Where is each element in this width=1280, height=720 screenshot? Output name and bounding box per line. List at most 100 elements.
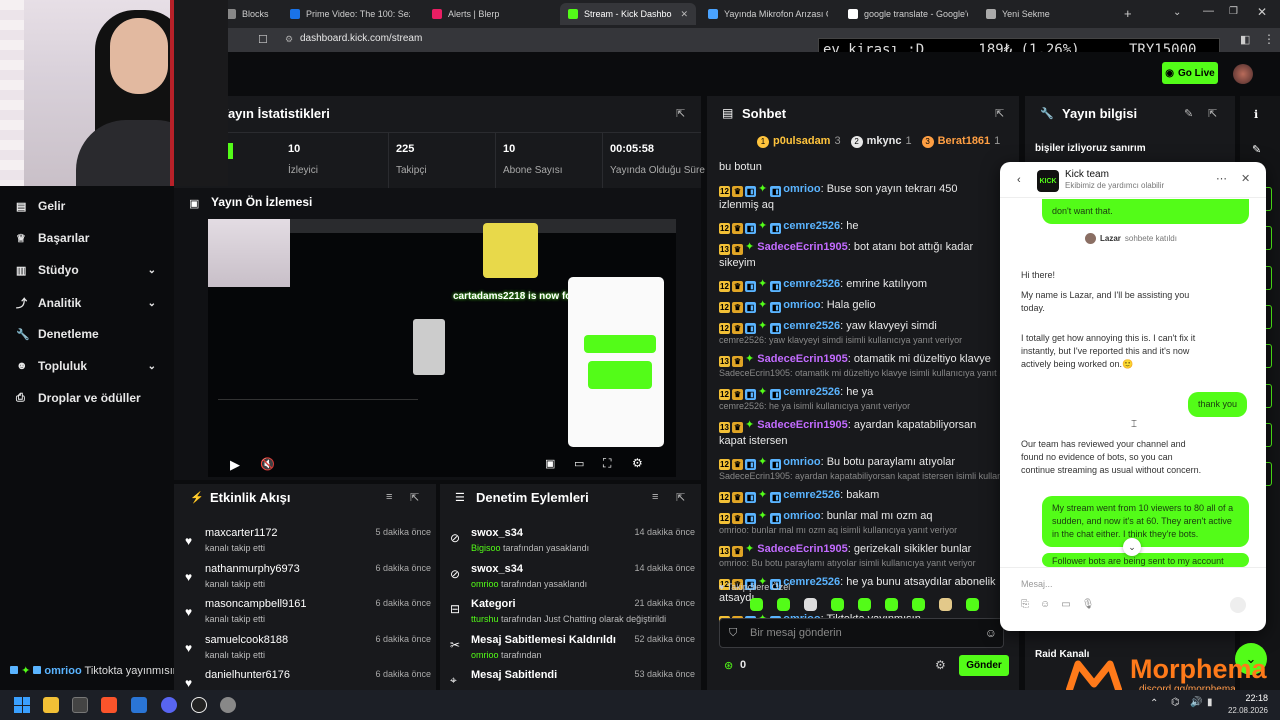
sidebar-item-6[interactable]: ⎙ Droplar ve ödüller [16, 391, 156, 405]
go-live-button[interactable]: ◉ Go Live [1162, 62, 1218, 84]
minimize-icon[interactable]: — [1203, 5, 1214, 17]
back-icon[interactable]: ‹ [1017, 174, 1021, 186]
wifi-icon[interactable]: ⌬ [1171, 697, 1180, 708]
sidebar-item-3[interactable]: ⤴ Analitik ⌄ [16, 295, 156, 311]
tab-4[interactable]: Yayında Mikrofon Arızası Çözü [700, 3, 836, 25]
edit-icon[interactable]: ✎ [1184, 107, 1193, 120]
chat-input[interactable]: ⛉ Bir mesaj gönderin ☺ [719, 618, 1004, 648]
chat-username[interactable]: cemre2526 [783, 278, 840, 290]
sidebar-toggle-icon[interactable]: ◧ [1240, 33, 1250, 46]
event-user[interactable]: maxcarter1172 [205, 527, 278, 539]
popout-icon[interactable]: ⇱ [676, 107, 685, 120]
mute-icon[interactable]: 🔇 [260, 457, 275, 471]
restore-icon[interactable]: ❐ [1229, 6, 1238, 17]
moderation-actor[interactable]: omrioo [471, 650, 499, 660]
mail-icon[interactable] [131, 697, 147, 713]
chat-username[interactable]: cemre2526 [783, 386, 840, 398]
emoji-icon[interactable]: ☺ [1040, 599, 1050, 610]
clock-date[interactable]: 22.08.2026 [1224, 706, 1268, 715]
send-button[interactable]: Gönder [959, 655, 1009, 676]
attach-icon[interactable]: ⎘ [1021, 599, 1029, 610]
rail-slot[interactable] [1266, 187, 1272, 211]
pencil-icon[interactable]: ✎ [1252, 143, 1261, 156]
scroll-down-icon[interactable]: ⌄ [1123, 538, 1141, 556]
obs-icon[interactable] [191, 697, 207, 713]
bookmark-icon[interactable]: ☐ [258, 33, 268, 46]
gif-icon[interactable]: ▭ [1061, 599, 1070, 610]
chat-username[interactable]: omrioo [783, 299, 820, 311]
emote-icon[interactable] [885, 598, 898, 611]
moderation-target[interactable]: swox_s34 [471, 563, 523, 575]
file-explorer-icon[interactable] [43, 697, 59, 713]
emote-icon[interactable] [939, 598, 952, 611]
tab-2[interactable]: Alerts | Blerp [424, 3, 554, 25]
emote-icon[interactable] [750, 598, 763, 611]
event-user[interactable]: nathanmurphy6973 [205, 563, 300, 575]
moderation-actor[interactable]: Bigisoo [471, 543, 501, 553]
chat-username[interactable]: omrioo [783, 510, 820, 522]
sidebar-item-0[interactable]: ▤ Gelir [16, 199, 156, 213]
chat-username[interactable]: omrioo [783, 456, 820, 468]
filter-icon[interactable]: ≡ [386, 491, 392, 503]
brave-icon[interactable] [101, 697, 117, 713]
menu-icon[interactable]: ⋮ [1263, 32, 1275, 46]
tab-5[interactable]: google translate - Google'da A [840, 3, 976, 25]
chat-username[interactable]: cemre2526 [783, 489, 840, 501]
theatre-icon[interactable]: ▭ [574, 457, 584, 470]
url-field[interactable]: dashboard.kick.com/stream [300, 33, 422, 44]
points-icon[interactable]: ⊛ [724, 659, 733, 672]
close-icon[interactable]: ✕ [1241, 172, 1250, 185]
emote-icon[interactable] [804, 598, 817, 611]
clock-time[interactable]: 22:18 [1238, 693, 1268, 703]
chat-settings-icon[interactable]: ⚙ [935, 658, 946, 672]
gifter-item[interactable]: 3 Berat1861 1 [921, 135, 1000, 148]
rail-slot[interactable] [1266, 384, 1272, 408]
mic-icon[interactable]: 🎙 [1082, 599, 1095, 610]
close-window-icon[interactable]: ✕ [1257, 5, 1267, 19]
chat-username[interactable]: SadeceEcrin1905 [757, 353, 848, 365]
discord-icon[interactable] [161, 697, 177, 713]
popout-icon[interactable]: ⇱ [1208, 107, 1217, 120]
windows-start-icon[interactable] [14, 697, 30, 713]
more-icon[interactable]: ⋯ [1216, 172, 1227, 185]
send-icon[interactable] [1230, 597, 1246, 613]
store-icon[interactable] [72, 697, 88, 713]
moderation-target[interactable]: Mesaj Sabitlemesi Kaldırıldı [471, 634, 616, 646]
rail-slot[interactable] [1266, 305, 1272, 329]
emote-icon[interactable] [912, 598, 925, 611]
chat-username[interactable]: SadeceEcrin1905 [757, 419, 848, 431]
chat-username[interactable]: cemre2526 [783, 320, 840, 332]
filter-icon[interactable]: ≡ [652, 491, 658, 503]
popout-icon[interactable]: ⇱ [410, 491, 419, 504]
battery-icon[interactable]: ▮ [1207, 697, 1213, 708]
event-user[interactable]: masoncampbell9161 [205, 598, 307, 610]
play-icon[interactable]: ▶ [230, 457, 240, 473]
sidebar-item-5[interactable]: ☻ Topluluk ⌄ [16, 359, 156, 373]
emoji-icon[interactable]: ☺ [985, 626, 997, 640]
info-icon[interactable]: ℹ [1254, 108, 1258, 121]
sidebar-item-2[interactable]: ▥ Stüdyo ⌄ [16, 263, 156, 277]
chat-username[interactable]: SadeceEcrin1905 [757, 543, 848, 555]
tab-1[interactable]: Prime Video: The 100: Sezon 7 [282, 3, 418, 25]
volume-icon[interactable]: 🔊 [1190, 697, 1202, 708]
emote-icon[interactable] [858, 598, 871, 611]
rail-slot[interactable] [1266, 344, 1272, 368]
new-tab-icon[interactable]: + [1124, 6, 1132, 21]
tab-3[interactable]: Stream - Kick Dashboard✕ [560, 3, 696, 25]
chat-username[interactable]: omrioo [783, 183, 820, 195]
close-tab-icon[interactable]: ✕ [672, 9, 688, 20]
rail-slot[interactable] [1266, 266, 1272, 290]
moderation-actor[interactable]: tturshu [471, 614, 499, 624]
tab-search-icon[interactable]: ⌄ [1173, 7, 1181, 18]
rail-slot[interactable] [1266, 423, 1272, 447]
fullscreen-icon[interactable]: ⛶ [603, 456, 611, 471]
event-user[interactable]: danielhunter6176 [205, 669, 290, 681]
moderation-target[interactable]: swox_s34 [471, 527, 523, 539]
moderation-target[interactable]: Kategori [471, 598, 516, 610]
settings-icon[interactable] [220, 697, 236, 713]
chat-username[interactable]: SadeceEcrin1905 [757, 241, 848, 253]
popout-icon[interactable]: ⇱ [995, 107, 1004, 120]
tray-chevron-icon[interactable]: ⌃ [1150, 698, 1158, 709]
avatar[interactable] [1233, 64, 1253, 84]
widget-input[interactable]: Mesaj... [1021, 579, 1053, 589]
